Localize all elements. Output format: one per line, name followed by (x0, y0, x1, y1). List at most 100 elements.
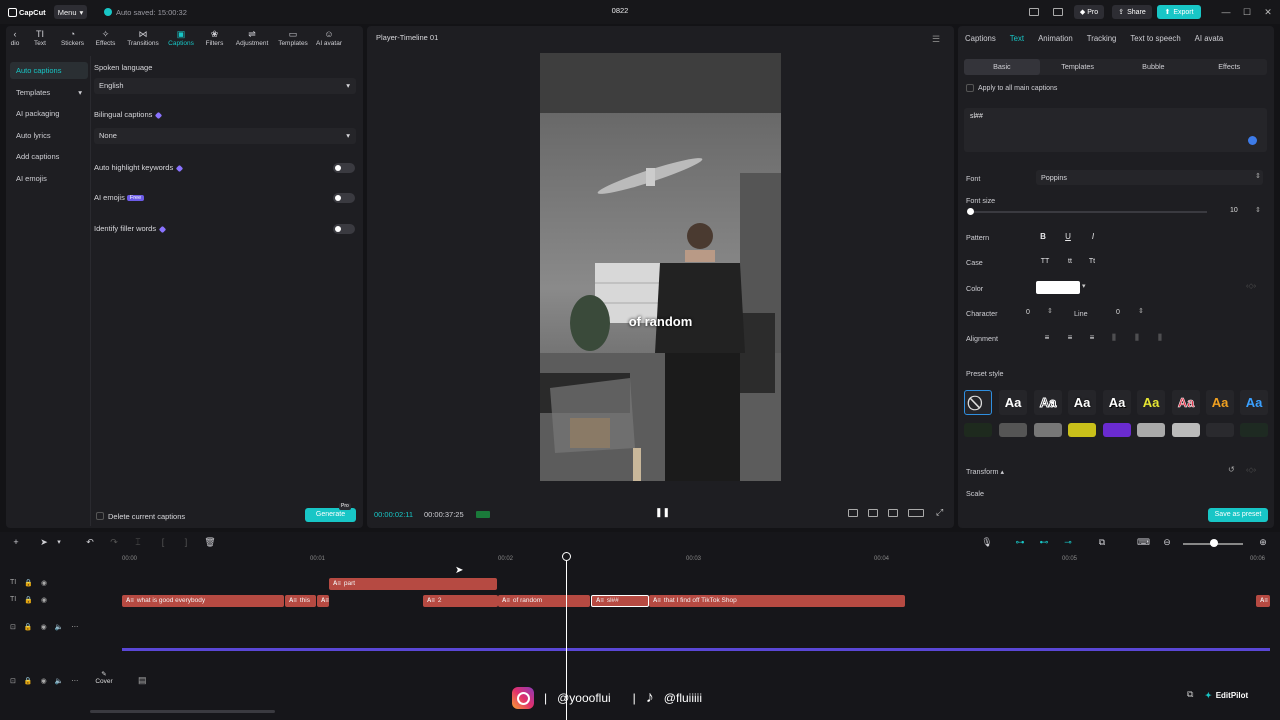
pause-icon[interactable]: ❚❚ (655, 507, 670, 519)
underline-icon[interactable]: U (1061, 230, 1075, 244)
filler-toggle[interactable] (333, 224, 355, 234)
eye-icon[interactable]: ◉ (41, 596, 47, 604)
character-value[interactable]: 0 (1026, 309, 1030, 316)
uppercase-icon[interactable]: TT (1038, 255, 1052, 269)
tab-captions[interactable]: Captions (958, 34, 1003, 43)
preset-style[interactable]: Aa (1137, 390, 1165, 415)
more-icon[interactable]: ⋯ (71, 677, 78, 685)
compare-icon[interactable] (868, 509, 878, 517)
save-as-preset-button[interactable]: Save as preset (1208, 508, 1268, 522)
fullscreen-icon[interactable]: ⤢ (936, 507, 943, 518)
time-ruler[interactable]: 00:00 00:01 00:02 00:03 00:04 00:05 00:0… (122, 554, 1280, 568)
split-left-icon[interactable]: [ (157, 537, 169, 548)
tool-adjustment[interactable]: ⇌ Adjustment (231, 26, 273, 52)
caption-text-input[interactable]: sl## (964, 108, 1267, 152)
checkbox[interactable] (96, 512, 104, 520)
nav-ai-packaging[interactable]: AI packaging (10, 105, 88, 122)
delete-icon[interactable]: 🗑 (204, 537, 216, 548)
tool-stickers[interactable]: ◔ Stickers (56, 26, 89, 52)
preset-style[interactable] (964, 423, 992, 437)
tool-text[interactable]: TI Text (24, 26, 56, 52)
keyframe-icon[interactable]: ‹◇› (1246, 466, 1256, 474)
subtab-effects[interactable]: Effects (1191, 59, 1267, 75)
more-icon[interactable]: ⋯ (71, 623, 78, 631)
highlight-toggle[interactable] (333, 163, 355, 173)
caption-clip[interactable]: A≡ (317, 595, 329, 607)
font-select[interactable]: Poppins (1036, 170, 1263, 185)
zoom-out-icon[interactable]: ⊖ (1161, 537, 1173, 548)
spoken-language-select[interactable]: English ▾ (94, 78, 356, 94)
tool-filters[interactable]: ❀ Filters (198, 26, 231, 52)
stepper-icon[interactable]: ⇕ (1047, 307, 1053, 315)
preset-style[interactable]: Aa (1103, 390, 1131, 415)
layout-icon[interactable] (1029, 8, 1039, 16)
titlecase-icon[interactable]: Tt (1085, 255, 1099, 269)
tab-ai-avatar[interactable]: AI avata (1188, 34, 1231, 43)
audio-icon[interactable]: 🔈 (55, 623, 64, 631)
shortcut-icon[interactable] (1053, 8, 1063, 16)
link-icon[interactable]: ⊷ (1038, 537, 1050, 548)
preset-style[interactable]: Aa (1068, 390, 1096, 415)
feedback-icon[interactable]: ⧉ (1187, 689, 1193, 700)
preset-style[interactable] (1137, 423, 1165, 437)
tool-effects[interactable]: ✧ Effects (89, 26, 122, 52)
align-center-icon[interactable]: ≡ (1063, 331, 1077, 345)
ratio-icon[interactable] (908, 509, 924, 517)
align-left-icon[interactable]: ≡ (1040, 331, 1054, 345)
tool-templates[interactable]: ▭ Templates (273, 26, 313, 52)
align-icon[interactable]: ⧉ (1096, 537, 1108, 548)
color-swatch[interactable] (1036, 281, 1080, 294)
nav-auto-captions[interactable]: Auto captions (10, 62, 88, 79)
undo-icon[interactable]: ↶ (84, 537, 96, 548)
redo-icon[interactable]: ↷ (108, 537, 120, 548)
vertical-middle-icon[interactable]: ⫼ (1130, 331, 1144, 345)
delete-captions-checkbox[interactable]: Delete current captions (96, 510, 185, 522)
preview-axis-icon[interactable]: ⊸ (1062, 537, 1074, 548)
menu-icon[interactable]: ☰ (932, 34, 940, 45)
add-track-icon[interactable]: + (10, 537, 22, 548)
apply-all-checkbox[interactable]: Apply to all main captions (966, 84, 1057, 92)
export-button[interactable]: ⬆ Export (1157, 5, 1201, 19)
font-size-value[interactable]: 10 (1230, 207, 1238, 214)
preset-style[interactable] (1172, 423, 1200, 437)
preset-style[interactable]: Aa (1172, 390, 1200, 415)
preset-none-icon[interactable]: ⃠ (964, 390, 992, 415)
preset-style[interactable]: Aa (1206, 390, 1234, 415)
select-tool-icon[interactable]: ➤ (38, 537, 50, 548)
preset-style[interactable] (1034, 423, 1062, 437)
pro-button[interactable]: ◆ Pro (1074, 5, 1104, 19)
playhead-handle[interactable] (562, 552, 571, 561)
align-right-icon[interactable]: ≡ (1085, 331, 1099, 345)
bilingual-select[interactable]: None ▾ (94, 128, 356, 144)
menu-button[interactable]: Menu ▾ (54, 5, 87, 19)
stepper-icon[interactable]: ⇕ (1138, 307, 1144, 315)
caption-clip-selected[interactable]: A≡ sl## (591, 595, 649, 607)
horizontal-scrollbar[interactable] (90, 710, 275, 713)
subtab-bubble[interactable]: Bubble (1116, 59, 1192, 75)
video-caption[interactable]: of random (540, 314, 781, 329)
transform-row[interactable]: Transform ▴ (966, 467, 1004, 476)
subtab-templates[interactable]: Templates (1040, 59, 1116, 75)
vertical-top-icon[interactable]: ⫼ (1107, 331, 1121, 345)
nav-templates[interactable]: Templates ▾ (10, 84, 88, 101)
reset-icon[interactable]: ↺ (1228, 465, 1235, 474)
crop-icon[interactable] (848, 509, 858, 517)
nav-ai-emojis[interactable]: AI emojis (10, 170, 88, 187)
preset-style[interactable] (1103, 423, 1131, 437)
ai-assist-icon[interactable] (1248, 136, 1257, 145)
tab-text[interactable]: Text (1003, 34, 1031, 43)
font-size-slider-handle[interactable] (967, 208, 974, 215)
line-value[interactable]: 0 (1116, 309, 1120, 316)
caption-toggle-icon[interactable]: ⌨ (1137, 537, 1150, 548)
maximize-icon[interactable]: ☐ (1241, 6, 1253, 18)
font-size-slider[interactable] (970, 211, 1207, 213)
chevron-down-icon[interactable]: ▾ (53, 537, 65, 548)
preset-style[interactable] (1240, 423, 1268, 437)
eye-icon[interactable]: ◉ (41, 677, 47, 685)
preset-style[interactable]: Aa (1034, 390, 1062, 415)
split-icon[interactable]: ⌶ (132, 537, 144, 548)
eye-icon[interactable]: ◉ (41, 623, 47, 631)
chevron-updown-icon[interactable]: ⇕ (1255, 172, 1261, 180)
caption-clip[interactable]: A≡ that I find off TikTok Shop (649, 595, 905, 607)
tool-captions[interactable]: ▣ Captions (164, 26, 198, 52)
